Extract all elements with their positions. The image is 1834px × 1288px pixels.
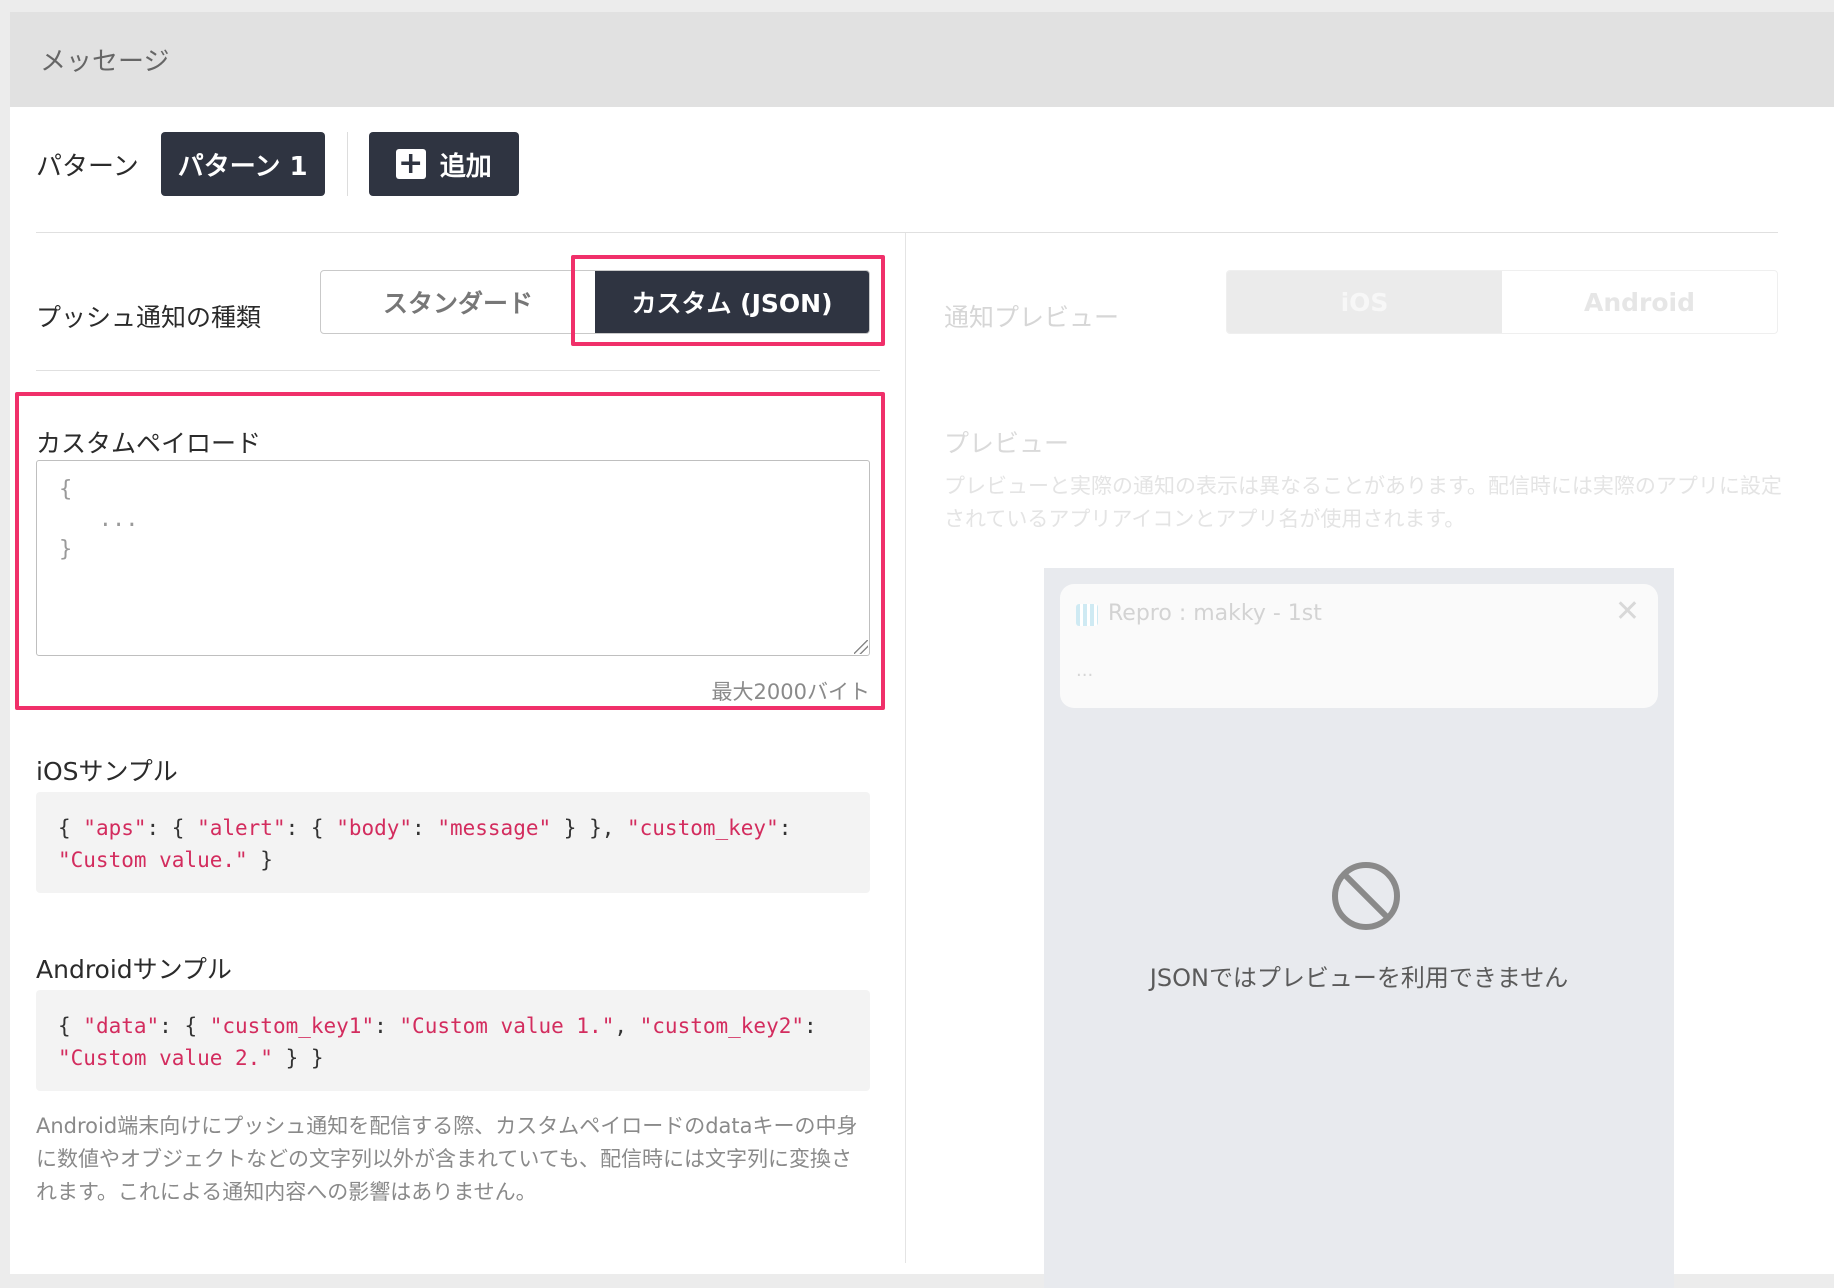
android-note: Android端末向けにプッシュ通知を配信する際、カスタムペイロードのdataキ… [36, 1114, 858, 1204]
code-token: : { [159, 1014, 210, 1038]
ios-sample-code: { "aps": { "alert": { "body": "message" … [36, 792, 870, 893]
pattern-1-button[interactable]: パターン 1 [160, 132, 325, 196]
code-token: : [804, 1014, 817, 1038]
code-token: "data" [83, 1014, 160, 1038]
pattern-row: パターン パターン 1 + 追加 [36, 132, 519, 196]
code-token: "body" [336, 816, 413, 840]
ban-icon [1332, 862, 1400, 930]
panel-title: メッセージ [40, 47, 170, 77]
panel-header: メッセージ [10, 12, 1834, 107]
code-token: "Custom value 1." [399, 1014, 615, 1038]
preview-unavailable-text: JSONではプレビューを利用できません [1149, 964, 1569, 992]
os-tab-android[interactable]: Android [1502, 271, 1777, 333]
code-token: "Custom value 2." [58, 1046, 273, 1070]
code-token: "Custom value." [58, 848, 248, 872]
os-tab-ios[interactable]: iOS [1227, 271, 1502, 333]
android-sample-label: Androidサンプル [36, 955, 232, 984]
code-token: "message" [437, 816, 552, 840]
app-name: Repro : makky - 1st [1108, 601, 1322, 626]
code-token: "aps" [83, 816, 147, 840]
plus-icon: + [395, 149, 426, 179]
app-icon [1076, 604, 1098, 626]
close-icon: ✕ [1614, 594, 1640, 629]
code-token: : [374, 1014, 400, 1038]
pattern-divider [346, 132, 348, 196]
divider [36, 232, 1778, 233]
add-pattern-button[interactable]: + 追加 [368, 132, 519, 196]
notification-body: ... [1076, 660, 1094, 681]
code-token: : [412, 816, 438, 840]
code-token: } } [272, 1046, 324, 1070]
preview-title: プレビュー [944, 429, 1070, 458]
code-token: "alert" [197, 816, 286, 840]
add-pattern-label: 追加 [439, 151, 492, 182]
code-token: : [778, 816, 792, 840]
notification-preview-label: 通知プレビュー [944, 303, 1120, 332]
preview-description: プレビューと実際の通知の表示は異なることがあります。配信時には実際のアプリに設定… [944, 474, 1782, 531]
code-token: "custom_key1" [209, 1014, 375, 1038]
phone-preview: Repro : makky - 1st ✕ ... JSONではプレビューを利用… [1044, 568, 1674, 1288]
code-token: } [247, 848, 273, 872]
pattern-label: パターン [36, 151, 139, 182]
push-type-standard[interactable]: スタンダード [321, 271, 595, 333]
code-token: "custom_key" [627, 816, 779, 840]
code-token: } }, [551, 816, 627, 840]
code-token: , [614, 1014, 640, 1038]
highlight-box [571, 255, 885, 346]
ios-sample-label: iOSサンプル [36, 757, 178, 786]
os-toggle: iOS Android [1226, 270, 1778, 334]
highlight-box [15, 392, 885, 710]
divider [36, 370, 880, 371]
code-token: "custom_key2" [639, 1014, 805, 1038]
code-token: { [58, 1014, 84, 1038]
push-type-label: プッシュ通知の種類 [36, 303, 262, 332]
code-token: { [58, 816, 84, 840]
android-sample-code: { "data": { "custom_key1": "Custom value… [36, 990, 870, 1091]
code-token: : { [285, 816, 337, 840]
code-token: : { [146, 816, 198, 840]
column-divider [905, 233, 906, 1263]
notification-card: Repro : makky - 1st ✕ ... [1060, 584, 1658, 708]
